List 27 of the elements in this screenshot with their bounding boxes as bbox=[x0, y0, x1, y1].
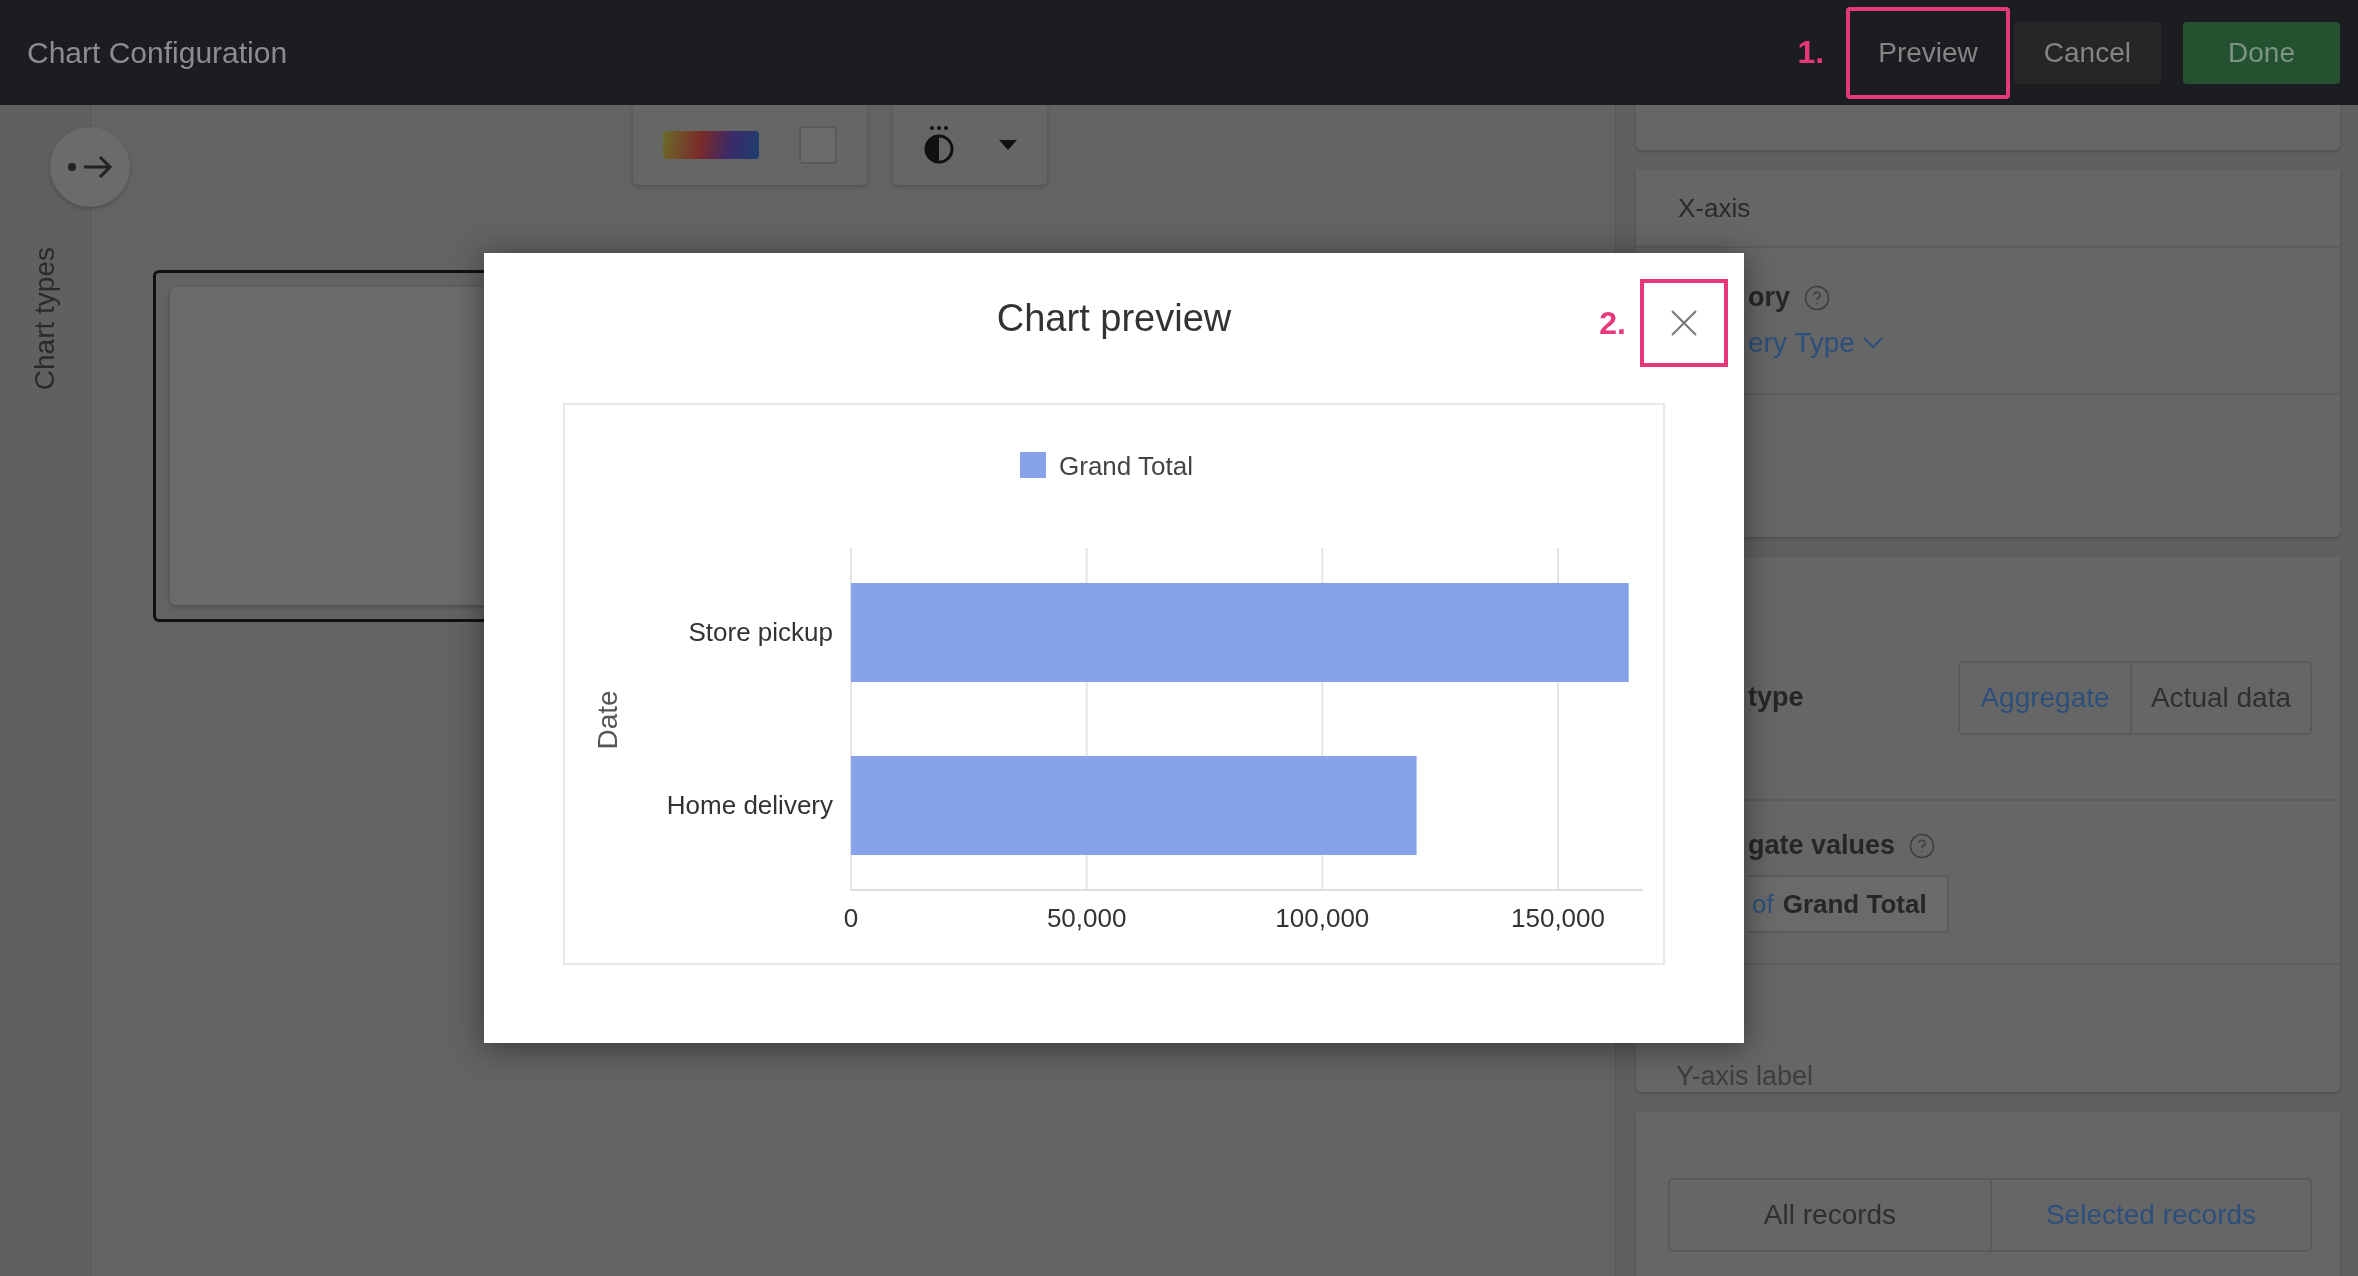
dialog-title: Chart preview bbox=[996, 296, 1232, 340]
segment-button[interactable]: Actual data bbox=[2130, 662, 2310, 733]
category-label: Store pickup bbox=[688, 617, 833, 647]
field-dropdown[interactable]: ery Type bbox=[1748, 327, 1883, 359]
axis-title: Date bbox=[592, 690, 623, 750]
axis-tick-label: 150,000 bbox=[1511, 903, 1605, 933]
field-label: gate values bbox=[1748, 830, 1896, 862]
category-label: Home delivery bbox=[666, 790, 833, 820]
segment-button[interactable]: All records bbox=[1670, 1180, 1990, 1250]
cancel-button[interactable]: Cancel bbox=[2013, 21, 2161, 84]
segment-button[interactable]: Selected records bbox=[1990, 1180, 2310, 1250]
aggregate-field: Grand Total bbox=[1782, 888, 1927, 920]
segment-button[interactable]: Aggregate bbox=[1960, 662, 2130, 733]
preview-button[interactable]: Preview bbox=[1846, 6, 2010, 99]
field-label: ory bbox=[1748, 282, 1791, 313]
axis-tick-label: 0 bbox=[843, 903, 859, 933]
axis-tick-label: 50,000 bbox=[1046, 903, 1127, 933]
step-number: 2. bbox=[1599, 304, 1626, 342]
aggregate-chip[interactable]: of Grand Total bbox=[1748, 875, 1949, 934]
section-title: X-axis bbox=[1678, 192, 1751, 224]
page-title: Chart Configuration bbox=[27, 35, 289, 70]
step-number: 1. bbox=[1797, 34, 1825, 71]
legend-label: Grand Total bbox=[1059, 451, 1193, 481]
done-button[interactable]: Done bbox=[2183, 21, 2340, 84]
axis-tick-label: 100,000 bbox=[1275, 903, 1370, 933]
field-label: type bbox=[1748, 682, 1804, 714]
aggregate-function: of bbox=[1752, 888, 1774, 920]
